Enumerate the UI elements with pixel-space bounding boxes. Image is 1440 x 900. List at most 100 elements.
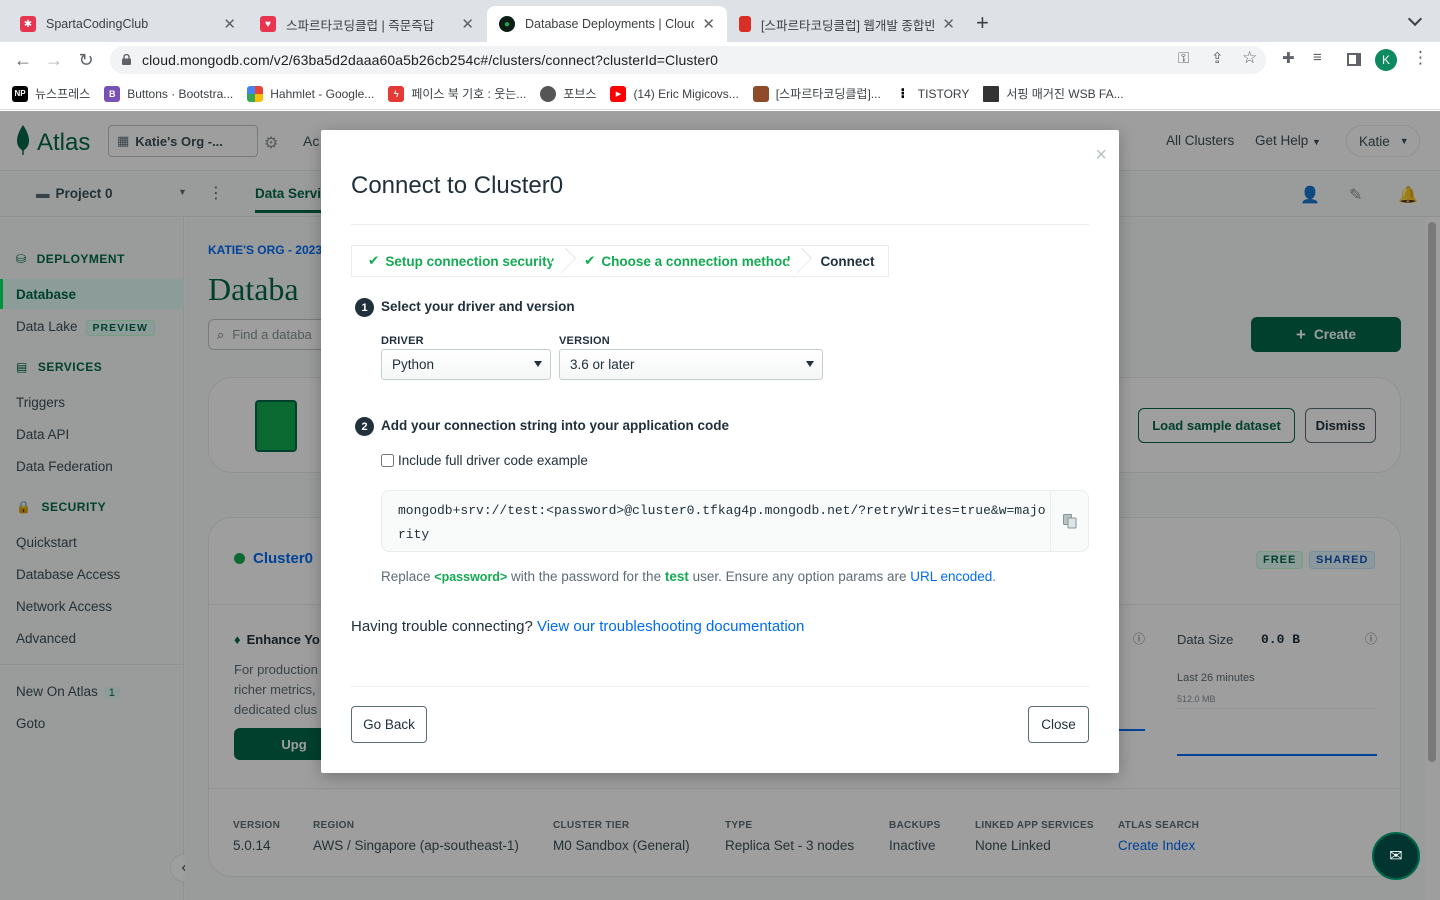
modal-footer-divider	[351, 686, 1089, 687]
lightning-icon: ϟ	[388, 85, 405, 102]
bookmark-item[interactable]: ϟ 페이스 북 기호 : 웃는...	[388, 85, 526, 102]
wizard-step-security[interactable]: ✔ Setup connection security	[352, 246, 577, 276]
username-highlight: test	[664, 569, 689, 584]
bookmark-label: (14) Eric Migicovs...	[633, 86, 739, 101]
browser-tab[interactable]: [스파르타코딩클럽] 웹개발 종합반 - ✕	[727, 6, 967, 42]
back-arrow-icon[interactable]: ←	[8, 42, 38, 78]
tab-close-icon[interactable]: ✕	[223, 15, 236, 33]
step-number-badge: 1	[355, 298, 374, 317]
browser-tab-strip: ✱ SpartaCodingClub ✕ ♥ 스파르타코딩클럽 | 즉문즉답 ✕…	[0, 0, 1440, 42]
sparta-bookmark-icon	[752, 85, 769, 102]
note-text: with the password for the	[507, 569, 665, 584]
bookmark-item[interactable]: Hahmlet - Google...	[247, 85, 375, 102]
bookmark-label: 포브스	[563, 87, 597, 101]
include-full-driver-checkbox[interactable]	[381, 454, 394, 467]
step-label: Setup connection security	[385, 253, 555, 269]
caret-down-icon	[806, 361, 814, 367]
close-icon[interactable]: ×	[1095, 144, 1107, 167]
driver-section-title: Select your driver and version	[381, 299, 575, 314]
bookmark-item[interactable]: NP 뉴스프레스	[12, 85, 90, 102]
forward-arrow-icon[interactable]: →	[39, 42, 69, 78]
google-fonts-icon	[247, 85, 264, 102]
tab-search-chevron-icon[interactable]	[1407, 11, 1423, 27]
globe-icon	[540, 85, 557, 102]
share-icon[interactable]: ⇪	[1211, 49, 1224, 67]
check-icon: ✔	[368, 253, 380, 268]
browser-tab-active[interactable]: ● Database Deployments | Cloud ✕	[487, 6, 727, 42]
profile-avatar[interactable]: K	[1375, 49, 1397, 71]
include-full-driver-checkbox-row[interactable]: Include full driver code example	[381, 453, 588, 468]
copy-button[interactable]	[1050, 491, 1088, 551]
mongodb-favicon-icon: ●	[499, 16, 515, 32]
bookmark-item[interactable]: [스파르타코딩클럽]...	[752, 85, 881, 102]
newspress-icon: NP	[12, 85, 28, 102]
tab-title: Database Deployments | Cloud	[525, 17, 695, 31]
new-tab-plus-icon[interactable]: +	[976, 10, 989, 36]
driver-select[interactable]: Python	[381, 349, 551, 380]
key-icon[interactable]: ⚿	[1178, 50, 1189, 67]
address-bar[interactable]: cloud.mongodb.com/v2/63ba5d2daaa60a5b26c…	[110, 46, 1266, 74]
driver-select-value: Python	[392, 357, 435, 372]
driver-label: DRIVER	[381, 335, 424, 347]
step-label: Choose a connection method	[601, 253, 791, 269]
tab-close-icon[interactable]: ✕	[942, 15, 955, 33]
step-number-badge: 2	[355, 417, 374, 436]
wizard-step-method[interactable]: ✔ Choose a connection method	[568, 246, 813, 276]
caret-down-icon	[534, 361, 542, 367]
media-queue-icon[interactable]: ≡	[1313, 49, 1322, 66]
tab-title: SpartaCodingClub	[46, 17, 149, 31]
bookmark-item[interactable]: B Buttons · Bootstra...	[104, 85, 234, 102]
step-label: Connect	[820, 253, 875, 269]
browser-tab[interactable]: ✱ SpartaCodingClub ✕	[8, 6, 248, 42]
side-panel-icon[interactable]	[1347, 53, 1361, 66]
version-select[interactable]: 3.6 or later	[559, 349, 823, 380]
note-text: .	[992, 569, 997, 584]
bookmark-star-icon[interactable]: ☆	[1242, 48, 1257, 68]
tistory-icon: ⁝	[900, 85, 906, 101]
reload-icon[interactable]: ↻	[71, 42, 101, 78]
modal-divider	[351, 224, 1089, 225]
bookmarks-bar: NP 뉴스프레스 B Buttons · Bootstra... Hahmlet -…	[0, 78, 1440, 110]
wsb-icon	[983, 85, 1000, 102]
sparta-favicon-icon: ♥	[260, 16, 276, 32]
tab-title: 스파르타코딩클럽 | 즉문즉답	[286, 18, 435, 33]
wizard-step-connect: Connect	[804, 246, 888, 276]
modal-title: Connect to Cluster0	[351, 172, 564, 199]
youtube-icon: ▶	[610, 85, 627, 102]
check-icon: ✔	[584, 253, 596, 268]
version-label: VERSION	[559, 335, 610, 347]
extensions-puzzle-icon[interactable]: ✚	[1282, 49, 1295, 67]
go-back-button[interactable]: Go Back	[351, 706, 427, 743]
connection-string[interactable]: mongodb+srv://test:<password>@cluster0.t…	[398, 499, 1048, 547]
connection-string-box: mongodb+srv://test:<password>@cluster0.t…	[381, 490, 1089, 552]
bookmark-label: 뉴스프레스	[35, 87, 91, 101]
bookmark-item[interactable]: 포브스	[540, 85, 596, 102]
tab-close-icon[interactable]: ✕	[461, 15, 474, 33]
bookmark-label: Hahmlet - Google...	[270, 86, 375, 101]
include-full-driver-label: Include full driver code example	[398, 453, 588, 468]
trouble-row: Having trouble connecting? View our trou…	[351, 618, 804, 635]
bookmark-item[interactable]: ⁝ TISTORY	[895, 85, 970, 102]
close-button[interactable]: Close	[1028, 706, 1089, 743]
bookmark-item[interactable]: ▶ (14) Eric Migicovs...	[610, 85, 739, 102]
bookmark-label: [스파르타코딩클럽]...	[775, 87, 881, 101]
lock-icon	[122, 54, 131, 65]
bookmark-label: TISTORY	[917, 86, 970, 101]
browser-tab[interactable]: ♥ 스파르타코딩클럽 | 즉문즉답 ✕	[248, 6, 486, 42]
url-encoded-link[interactable]: URL encoded	[910, 569, 992, 584]
connect-modal: × Connect to Cluster0 ✔ Setup connection …	[321, 130, 1119, 773]
password-placeholder-highlight: <password>	[434, 570, 508, 584]
browser-toolbar: ← → ↻ cloud.mongodb.com/v2/63ba5d2daaa60…	[0, 42, 1440, 78]
trouble-text: Having trouble connecting?	[351, 618, 533, 635]
copy-icon	[1062, 513, 1076, 528]
bookmark-label: Buttons · Bootstra...	[127, 86, 234, 101]
kebab-menu-icon[interactable]: ⋮	[1412, 48, 1429, 68]
sparta-favicon-icon: ✱	[20, 16, 36, 32]
wizard-steps: ✔ Setup connection security ✔ Choose a con…	[351, 245, 890, 277]
version-select-value: 3.6 or later	[570, 357, 635, 372]
troubleshooting-link[interactable]: View our troubleshooting documentation	[537, 618, 804, 635]
bookmark-item[interactable]: 서핑 매거진 WSB FA...	[983, 85, 1124, 102]
chat-support-icon[interactable]: ✉	[1372, 832, 1420, 880]
tab-close-icon[interactable]: ✕	[702, 15, 715, 33]
connection-string-section-title: Add your connection string into your app…	[381, 418, 730, 433]
